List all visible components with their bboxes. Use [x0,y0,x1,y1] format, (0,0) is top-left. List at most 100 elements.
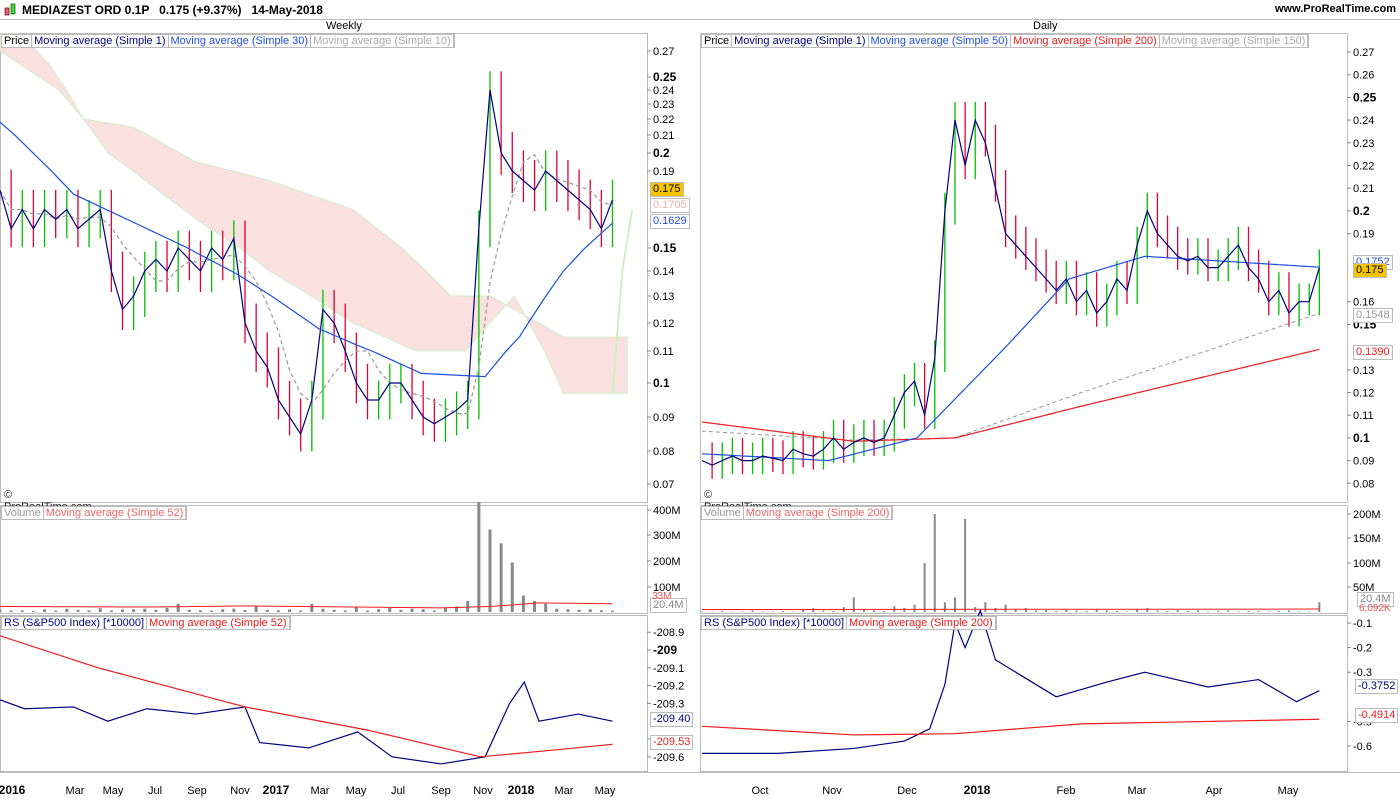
axis-tick-label: -0.3 [1353,667,1372,679]
axis-tick-label: -208.9 [653,627,684,639]
x-axis-label: Sep [187,785,207,797]
volume-bar [410,608,414,612]
daily-volume-panel [700,505,1348,614]
volume-bar [1318,602,1321,612]
axis-tick-label: -0.1 [1353,618,1372,630]
volume-bar [933,514,936,612]
volume-bar [1166,611,1169,612]
legend-item[interactable]: Moving average (Simple 50) [869,35,1012,47]
volume-bar [43,609,47,612]
volume-bar [984,602,987,612]
axis-tick-label: 0.27 [1353,47,1374,59]
volume-bar [577,609,581,612]
daily-volume-legend: Volume Moving average (Simple 200) [701,506,894,520]
sma10-badge: 0.1705 [650,198,690,213]
axis-tick-label: 0.08 [1353,478,1374,490]
volume-bar [1004,604,1007,612]
x-axis-label: Jul [391,785,405,797]
volume-sma-badge: 6,092K [1359,603,1391,614]
x-axis-label: Oct [751,785,768,797]
volume-bar [1247,611,1250,612]
legend-item[interactable]: Volume [702,507,744,519]
x-axis-label: 2018 [964,783,991,797]
volume-sma-badge: 33M [652,591,672,602]
legend-item[interactable]: Moving average (Simple 52) [147,617,290,629]
volume-bar [588,609,592,612]
daily-price-legend: Price Moving average (Simple 1) Moving ave… [701,34,1310,48]
axis-tick-label: 0.09 [1353,456,1374,468]
legend-item[interactable]: Moving average (Simple 1) [32,35,169,47]
volume-bar [488,529,492,612]
legend-item[interactable]: Price [2,35,33,47]
last-price-badge: 0.175 [1353,263,1387,278]
charts-canvas[interactable]: 0.270.250.240.230.220.210.20.190.150.140… [0,0,1400,800]
volume-bar [781,611,784,612]
volume-bar [1227,610,1230,612]
volume-bar [98,608,102,612]
axis-tick-label: 0.07 [653,479,674,491]
volume-bar [533,601,537,612]
axis-tick-label: 0.09 [653,412,674,424]
volume-bar [1065,609,1068,612]
axis-tick-label: 0.26 [1353,70,1374,82]
volume-bar [1277,611,1280,612]
volume-bar [154,609,158,612]
volume-bar [310,603,314,612]
axis-tick-label: 0.19 [1353,229,1374,241]
volume-bar [232,608,236,612]
x-axis-label: 2016 [0,783,26,797]
legend-item[interactable]: Volume [2,507,44,519]
volume-bar [1287,610,1290,612]
rs-sma-badge: -209.53 [650,735,694,750]
legend-item[interactable]: Moving average (Simple 10) [311,35,454,47]
volume-bar [143,608,147,612]
legend-item[interactable]: RS (S&P500 Index) [*10000] [702,617,848,629]
volume-bar [198,610,202,612]
legend-item[interactable]: Moving average (Simple 200) [847,617,996,629]
volume-bar [822,610,825,612]
axis-tick-label: 0.13 [653,291,674,303]
legend-item[interactable]: RS (S&P500 Index) [*10000] [2,617,148,629]
axis-tick-label: 0.25 [1353,90,1377,104]
axis-tick-label: 0.2 [1353,204,1370,218]
legend-item[interactable]: Moving average (Simple 150) [1160,35,1309,47]
legend-item[interactable]: Moving average (Simple 200) [744,507,893,519]
volume-bar [994,608,997,612]
volume-bar [964,518,967,612]
axis-tick-label: -209.6 [653,752,684,764]
sma150-badge: 0.1548 [1353,308,1393,323]
legend-item[interactable]: Moving average (Simple 1) [732,35,869,47]
volume-bar [221,609,225,612]
volume-bar [1176,610,1179,612]
legend-item[interactable]: Moving average (Simple 30) [169,35,312,47]
rs-sma-line [0,635,613,758]
volume-bar [1014,609,1017,612]
legend-item[interactable]: Moving average (Simple 200) [1011,35,1160,47]
volume-bar [399,609,403,612]
close-line [701,118,1320,466]
sma50-line [701,255,1320,462]
x-axis-label: Nov [230,785,250,797]
axis-tick-label: 0.23 [653,99,674,111]
rs-sma-line [701,718,1320,736]
x-axis-label: May [103,785,124,797]
daily-title: Daily [1033,20,1058,32]
axis-tick-label: 0.23 [1353,138,1374,150]
axis-tick-label: 0.08 [653,446,674,458]
volume-bar [321,608,325,612]
volume-bar [1257,611,1260,612]
volume-bar [1156,610,1159,612]
volume-bar [1085,611,1088,612]
volume-bar [0,609,2,612]
site-link[interactable]: www.ProRealTime.com [1275,3,1396,15]
axis-tick-label: 400M [653,505,681,517]
last-price-badge: 0.175 [650,182,684,197]
volume-bar [812,608,815,612]
axis-tick-label: 0.19 [653,166,674,178]
volume-bar [751,610,754,612]
legend-item[interactable]: Moving average (Simple 52) [44,507,187,519]
volume-bar [1217,611,1220,612]
legend-item[interactable]: Price [702,35,733,47]
x-axis-label: Feb [1057,785,1076,797]
rs-badge: -209.40 [650,712,694,727]
